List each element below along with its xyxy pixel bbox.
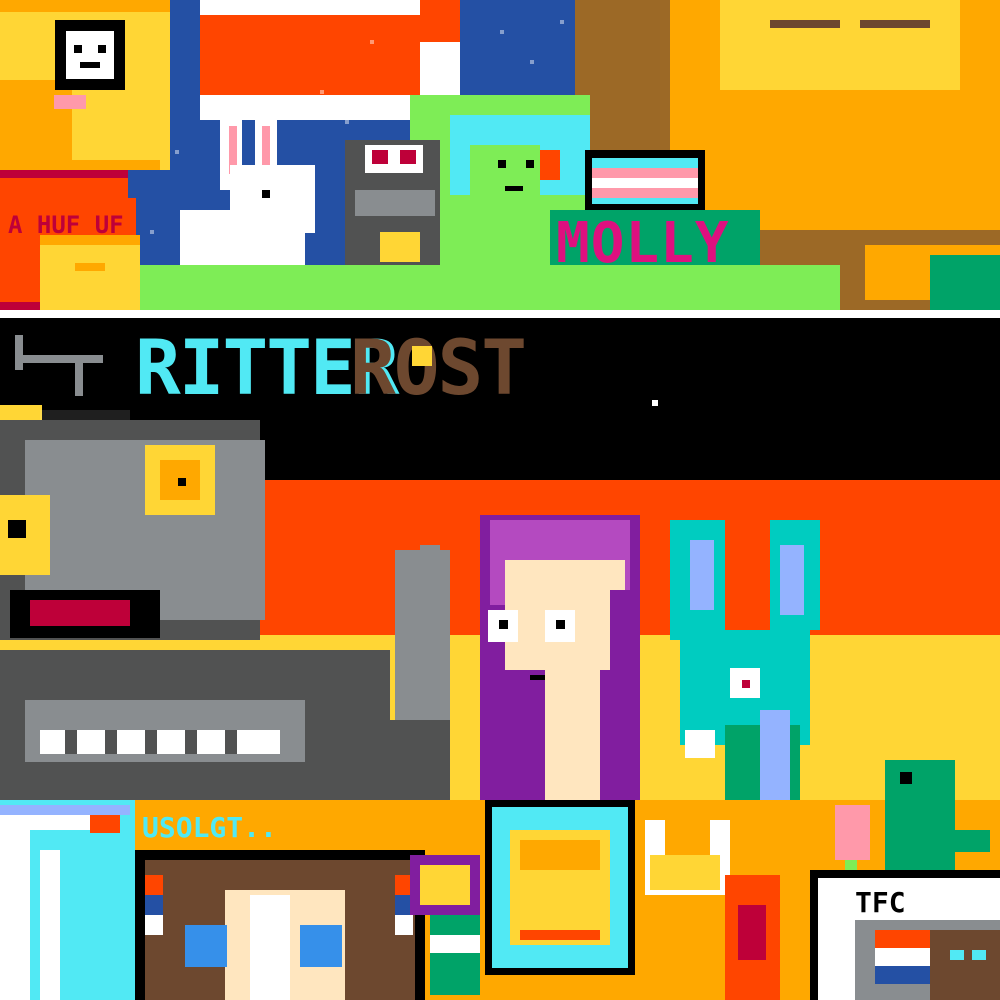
tfc-label: TFC — [855, 886, 906, 919]
anime-face-portrait — [135, 850, 425, 1000]
rost-text: ROST — [350, 323, 525, 412]
top-left-yellow-creature — [0, 0, 170, 170]
pixel-art-canvas: A HUF UF MOLLY RITTER ROST USOLGT.. TFC — [0, 0, 1000, 1000]
green-corner — [930, 255, 1000, 310]
bottom-left-cyan-pattern — [0, 800, 135, 1000]
tfc-box: TFC — [810, 870, 1000, 1000]
purple-haired-girl — [480, 515, 640, 800]
artwork-svg: A HUF UF MOLLY RITTER ROST USOLGT.. TFC — [0, 0, 1000, 1000]
yellow-blob — [40, 235, 140, 310]
framed-golden-blob — [485, 800, 635, 975]
green-ground — [140, 265, 840, 310]
trans-flag — [585, 150, 705, 210]
red-badge-text: A HUF UF — [8, 211, 124, 239]
white-divider — [0, 310, 1000, 318]
partial-tag-label: USOLGT.. — [142, 811, 277, 844]
